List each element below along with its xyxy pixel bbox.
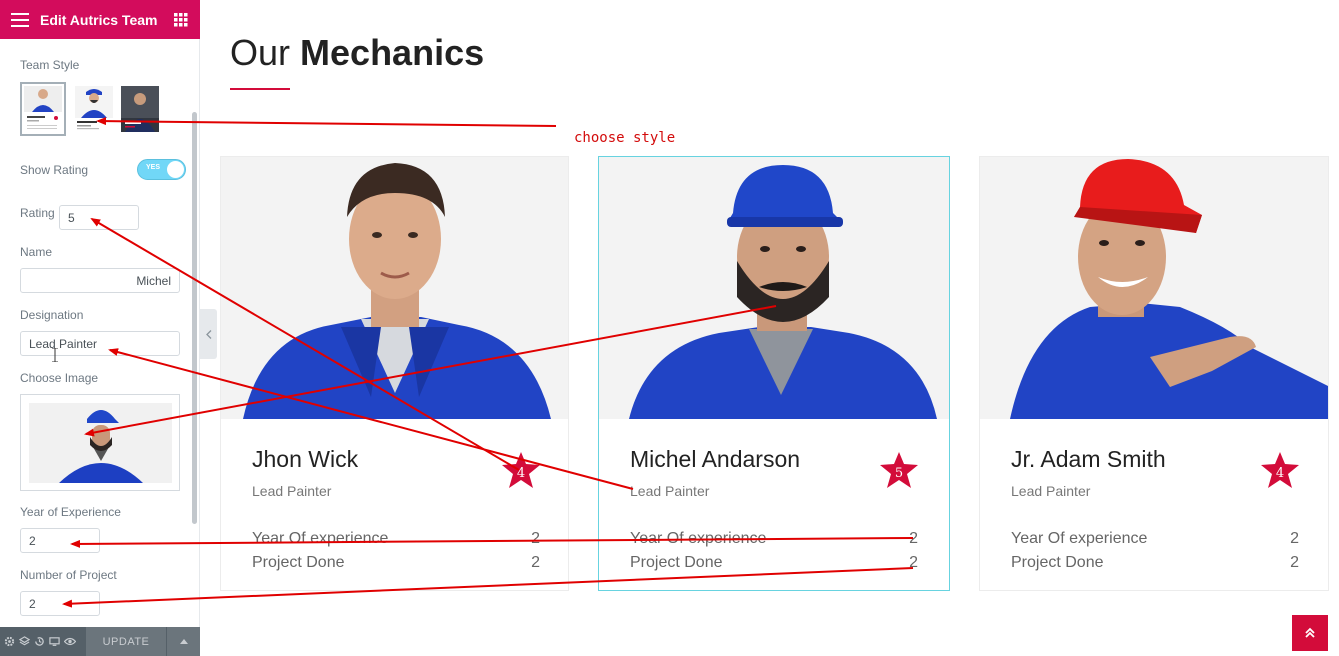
team-photo [221, 157, 568, 419]
app-root: Edit Autrics Team Team Style Show Rating… [0, 0, 1339, 656]
rating-star-icon: 4 [1261, 452, 1299, 488]
experience-label: Year of Experience [20, 505, 121, 519]
show-rating-toggle[interactable]: YES [137, 159, 186, 180]
projects-value: 2 [1290, 554, 1299, 571]
image-chooser[interactable] [20, 394, 180, 491]
settings-icon[interactable] [2, 627, 17, 656]
experience-label: Year Of experience [1011, 530, 1148, 547]
show-rating-label: Show Rating [20, 163, 89, 177]
experience-label: Year Of experience [252, 530, 389, 547]
projects-label: Project Done [1011, 554, 1104, 571]
team-style-label: Team Style [20, 58, 80, 72]
scroll-to-top-button[interactable] [1292, 615, 1328, 651]
projects-row: Project Done 2 [252, 554, 540, 572]
team-card[interactable]: Jhon Wick Lead Painter 4 Year Of experie… [220, 156, 569, 591]
history-icon[interactable] [32, 627, 47, 656]
experience-value: 2 [1290, 530, 1299, 547]
experience-input[interactable]: 2 [20, 528, 100, 553]
collapse-panel-tab[interactable] [200, 309, 217, 359]
designation-input[interactable]: Lead Painter [20, 331, 180, 356]
chevron-left-icon [205, 329, 211, 339]
member-designation: Lead Painter [630, 483, 710, 499]
designation-label: Designation [20, 308, 84, 322]
heading-underline [230, 88, 290, 90]
member-name: Jr. Adam Smith [1011, 446, 1166, 472]
name-input[interactable]: Michel [20, 268, 180, 293]
member-name: Michel Andarson [630, 446, 801, 472]
menu-icon[interactable] [0, 0, 40, 39]
team-card[interactable]: Jr. Adam Smith Lead Painter 4 Year Of ex… [979, 156, 1329, 591]
member-designation: Lead Painter [1011, 483, 1091, 499]
projects-label: Number of Project [20, 568, 117, 582]
rating-value: 5 [895, 466, 903, 481]
team-style-option-3[interactable] [121, 86, 159, 132]
update-options-caret-icon[interactable] [166, 627, 200, 656]
team-style-option-1[interactable] [20, 82, 66, 136]
panel-footer: UPDATE [0, 627, 200, 656]
chosen-image-preview [29, 403, 172, 483]
rating-input[interactable]: 5 [59, 205, 139, 230]
name-label: Name [20, 245, 53, 259]
layers-icon[interactable] [17, 627, 32, 656]
text-cursor-icon [52, 347, 58, 363]
responsive-icon[interactable] [47, 627, 62, 656]
toggle-knob [167, 161, 184, 178]
heading-light: Our [230, 32, 291, 73]
rating-value: 4 [517, 466, 525, 481]
editor-panel: Edit Autrics Team Team Style Show Rating… [0, 0, 200, 656]
rating-label: Rating [20, 206, 55, 220]
rating-value: 4 [1276, 466, 1284, 481]
preview-eye-icon[interactable] [62, 627, 77, 656]
experience-row: Year Of experience 2 [1011, 530, 1299, 548]
update-button[interactable]: UPDATE [86, 627, 166, 656]
double-chevron-up-icon [1305, 627, 1315, 638]
team-photo [599, 157, 949, 419]
projects-value: 2 [909, 554, 918, 571]
rating-star-icon: 5 [880, 452, 918, 488]
rating-star-icon: 4 [502, 452, 540, 488]
section-heading: Our Mechanics [230, 32, 484, 74]
team-card-selected[interactable]: Michel Andarson Lead Painter 5 Year Of e… [598, 156, 950, 591]
projects-input[interactable]: 2 [20, 591, 100, 616]
annotation-choose-style: choose style [574, 130, 676, 146]
panel-body: Team Style Show Rating YES Rating 5 Name… [0, 39, 200, 627]
experience-row: Year Of experience 2 [252, 530, 540, 548]
heading-bold: Mechanics [300, 32, 485, 73]
team-photo [980, 157, 1328, 419]
experience-value: 2 [531, 530, 540, 547]
panel-scrollbar[interactable] [192, 112, 197, 524]
member-designation: Lead Painter [252, 483, 332, 499]
panel-title: Edit Autrics Team [40, 11, 158, 28]
widgets-grid-icon[interactable] [162, 0, 200, 39]
projects-row: Project Done 2 [1011, 554, 1299, 572]
projects-row: Project Done 2 [630, 554, 918, 572]
choose-image-label: Choose Image [20, 371, 99, 385]
projects-label: Project Done [630, 554, 723, 571]
team-style-option-2[interactable] [75, 86, 113, 132]
projects-value: 2 [531, 554, 540, 571]
panel-header: Edit Autrics Team [0, 0, 200, 39]
experience-value: 2 [909, 530, 918, 547]
experience-row: Year Of experience 2 [630, 530, 918, 548]
experience-label: Year Of experience [630, 530, 767, 547]
projects-label: Project Done [252, 554, 345, 571]
toggle-text: YES [146, 164, 161, 171]
member-name: Jhon Wick [252, 446, 359, 472]
